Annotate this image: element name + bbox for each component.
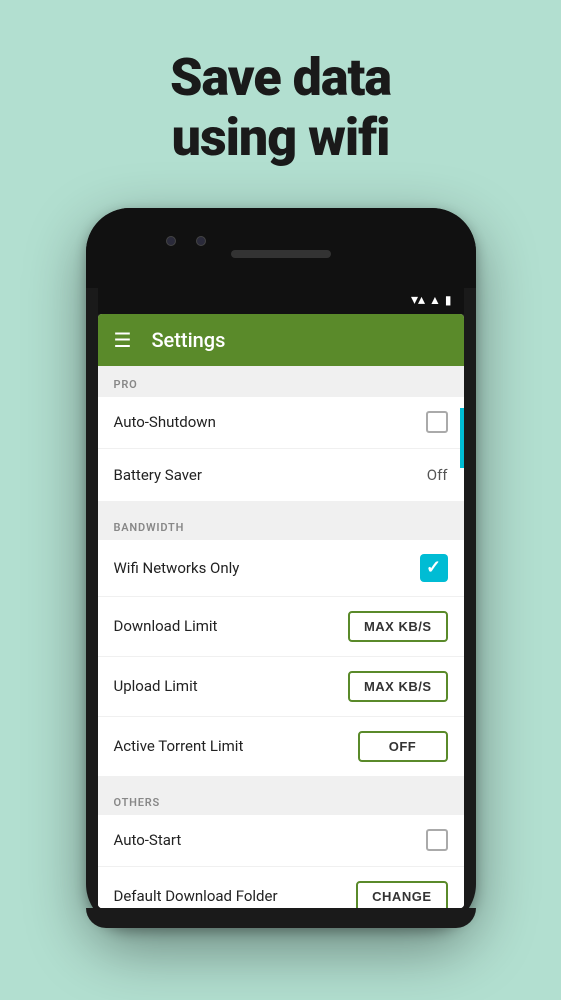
auto-start-label: Auto-Start [114, 831, 182, 849]
status-bar: ▾▴ ▲ ▮ [98, 286, 464, 314]
toolbar-title: Settings [151, 328, 225, 352]
wifi-networks-checkbox[interactable]: ✓ [420, 554, 448, 582]
section-others-header: OTHERS [98, 784, 464, 815]
auto-shutdown-checkbox[interactable] [426, 411, 448, 433]
section-pro-header: PRO [98, 366, 464, 397]
row-active-torrent-limit[interactable]: Active Torrent Limit OFF [98, 717, 464, 776]
hamburger-icon[interactable]: ☰ [114, 330, 132, 350]
row-auto-start[interactable]: Auto-Start [98, 815, 464, 867]
signal-icon: ▲ [429, 293, 441, 307]
auto-start-checkbox[interactable] [426, 829, 448, 851]
battery-saver-label: Battery Saver [114, 466, 202, 484]
default-download-folder-label: Default Download Folder [114, 887, 278, 905]
hero-title: Save data using wifi [170, 48, 391, 168]
download-limit-label: Download Limit [114, 617, 218, 635]
wifi-icon: ▾▴ [411, 292, 425, 308]
phone-top [86, 208, 476, 288]
phone-bottom [86, 908, 476, 928]
status-icons: ▾▴ ▲ ▮ [411, 292, 452, 308]
checkmark-icon: ✓ [426, 557, 441, 578]
row-auto-shutdown[interactable]: Auto-Shutdown [98, 397, 464, 449]
default-download-folder-button[interactable]: CHANGE [356, 881, 447, 908]
active-torrent-limit-label: Active Torrent Limit [114, 737, 244, 755]
row-wifi-networks[interactable]: Wifi Networks Only ✓ [98, 540, 464, 597]
active-torrent-limit-button[interactable]: OFF [358, 731, 448, 762]
phone-screen: ☰ Settings PRO Auto-Shutdown Battery Sav… [98, 314, 464, 908]
phone-wrapper: ▾▴ ▲ ▮ ☰ Settings PRO Auto-Shutdown Batt… [86, 208, 476, 928]
speaker [231, 250, 331, 258]
battery-saver-value: Off [427, 466, 448, 484]
section-bandwidth-header: BANDWIDTH [98, 509, 464, 540]
row-default-download-folder[interactable]: Default Download Folder CHANGE [98, 867, 464, 908]
accent-bar [460, 408, 464, 468]
row-battery-saver[interactable]: Battery Saver Off [98, 449, 464, 501]
section-others: Auto-Start Default Download Folder CHANG… [98, 815, 464, 908]
row-upload-limit[interactable]: Upload Limit MAX KB/S [98, 657, 464, 717]
camera-right-icon [196, 236, 206, 246]
upload-limit-label: Upload Limit [114, 677, 198, 695]
upload-limit-button[interactable]: MAX KB/S [348, 671, 448, 702]
battery-icon: ▮ [445, 293, 452, 307]
download-limit-button[interactable]: MAX KB/S [348, 611, 448, 642]
section-bandwidth: Wifi Networks Only ✓ Download Limit MAX … [98, 540, 464, 776]
auto-shutdown-label: Auto-Shutdown [114, 413, 216, 431]
hero-section: Save data using wifi [170, 48, 391, 168]
toolbar: ☰ Settings [98, 314, 464, 366]
settings-content: PRO Auto-Shutdown Battery Saver Off BAND… [98, 366, 464, 908]
camera-left-icon [166, 236, 176, 246]
wifi-networks-label: Wifi Networks Only [114, 559, 240, 577]
section-pro: Auto-Shutdown Battery Saver Off [98, 397, 464, 501]
row-download-limit[interactable]: Download Limit MAX KB/S [98, 597, 464, 657]
